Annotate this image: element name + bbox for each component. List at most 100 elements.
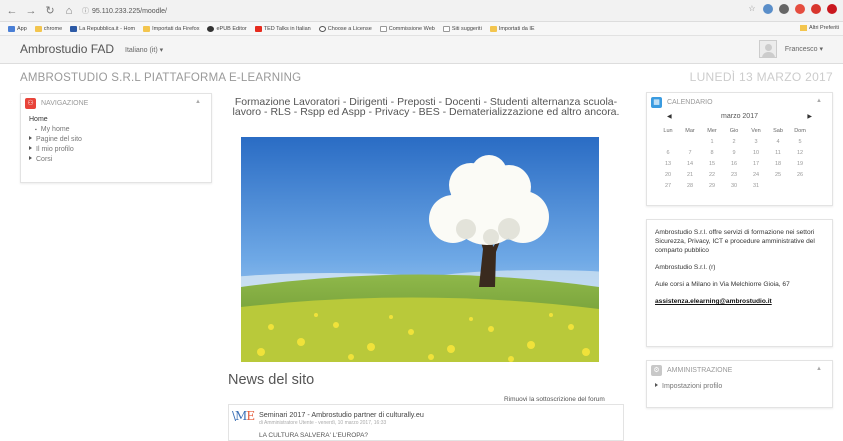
calendar-day[interactable]: 21 [679, 169, 701, 180]
extension-icon-2[interactable] [779, 4, 789, 14]
admin-item-profile-settings[interactable]: Impostazioni profilo [655, 383, 824, 390]
nav-item-my-profile[interactable]: Il mio profilo [29, 145, 203, 155]
calendar-day[interactable]: 17 [745, 158, 767, 169]
calendar-day[interactable]: 13 [657, 158, 679, 169]
calendar-week: 12345 [657, 136, 811, 147]
info-icon: ⓘ [82, 7, 89, 15]
avatar[interactable] [758, 40, 777, 58]
folder-icon [800, 25, 808, 31]
bookmark-item[interactable]: Commissione Web [379, 25, 435, 32]
calendar-week: 6 7 8 9 10 11 12 [657, 147, 811, 158]
forward-arrow-icon[interactable]: → [24, 4, 38, 18]
site-brand[interactable]: Ambrostudio FAD [20, 42, 114, 56]
calendar-day[interactable]: 7 [679, 147, 701, 158]
pinterest-icon[interactable] [827, 4, 837, 14]
calendar-week: 27 28 29 30 31 [657, 180, 811, 191]
bookmark-item[interactable]: Importati da IE [489, 25, 535, 32]
bookmark-item[interactable]: App [8, 25, 27, 32]
calendar-day[interactable]: 30 [723, 180, 745, 191]
block-title: NAVIGAZIONE [41, 99, 89, 107]
bookmark-item[interactable]: La Repubblica.it - Hom [70, 25, 135, 32]
support-email-link[interactable]: assistenza.elearning@ambrostudio.it [655, 297, 824, 306]
user-menu[interactable]: Francesco ▾ [758, 40, 823, 58]
address-bar[interactable]: ⓘ 95.110.233.225/moodle/ [82, 6, 167, 16]
calendar-day[interactable]: 27 [657, 180, 679, 191]
calendar-day [789, 180, 811, 191]
next-month-arrow-icon[interactable]: ▶ [807, 113, 812, 120]
calendar-day[interactable]: 10 [745, 147, 767, 158]
site-icon [70, 25, 78, 32]
frontpage-summary: Formazione Lavoratori - Dirigenti - Prep… [232, 96, 620, 118]
collapse-icon[interactable]: ▲ [195, 99, 201, 105]
back-arrow-icon[interactable]: ← [5, 4, 19, 18]
calendar-day [657, 136, 679, 147]
sitemap-icon: ⚇ [25, 97, 36, 109]
current-date: LUNEDÌ 13 MARZO 2017 [689, 70, 833, 84]
calendar-day[interactable]: 18 [767, 158, 789, 169]
post-title[interactable]: Seminari 2017 - Ambrostudio partner di c… [259, 410, 424, 419]
folder-icon [489, 25, 497, 32]
calendar-day[interactable]: 24 [745, 169, 767, 180]
calendar-day[interactable]: 29 [701, 180, 723, 191]
calendar-day[interactable]: 20 [657, 169, 679, 180]
calendar-day[interactable]: 16 [723, 158, 745, 169]
calendar-day [767, 180, 789, 191]
reload-icon[interactable]: ↻ [43, 4, 57, 18]
folder-icon [34, 25, 42, 32]
language-menu[interactable]: Italiano (it) ▾ [125, 46, 163, 54]
calendar-day[interactable]: 22 [701, 169, 723, 180]
calendar-day[interactable]: 19 [789, 158, 811, 169]
calendar-day[interactable]: 2 [723, 136, 745, 147]
calendar-day[interactable]: 9 [723, 147, 745, 158]
home-icon[interactable]: ⌂ [62, 4, 76, 18]
extension-icon-3[interactable] [795, 4, 805, 14]
calendar-month[interactable]: marzo 2017 [647, 113, 832, 120]
post-meta: di Amministratore Utente - venerdì, 10 m… [259, 420, 387, 426]
calendar-grid: Lun Mar Mer Gio Ven Sab Dom 1 2 3 4 5 6 7 8 9 10 1… [657, 125, 811, 191]
calendar-day[interactable]: 3 [745, 136, 767, 147]
calendar-day[interactable]: 15 [701, 158, 723, 169]
star-icon[interactable]: ☆ [747, 4, 757, 14]
calendar-day[interactable]: 11 [767, 147, 789, 158]
info-block: Ambrostudio S.r.l. offre servizi di form… [646, 219, 833, 347]
calendar-day[interactable]: 31 [745, 180, 767, 191]
nav-item-courses[interactable]: Corsi [29, 155, 203, 165]
unsubscribe-link[interactable]: Rimuovi la sottoscrizione del forum [504, 396, 605, 403]
collapse-icon[interactable]: ▲ [816, 366, 822, 372]
bookmark-item[interactable]: Siti suggeriti [442, 25, 482, 32]
calendar-day[interactable]: 14 [679, 158, 701, 169]
weekday-header: Mar [685, 127, 695, 134]
expand-arrow-icon [29, 136, 32, 140]
post-author-logo: \ME [232, 409, 255, 423]
nav-item-site-pages[interactable]: Pagine del sito [29, 135, 203, 145]
calendar-day[interactable]: 5 [789, 136, 811, 147]
calendar-day[interactable]: 23 [723, 169, 745, 180]
bookmark-item[interactable]: Importati da Firefox [143, 25, 199, 32]
calendar-day[interactable]: 8 [701, 147, 723, 158]
bookmark-item[interactable]: TED Talks in Italian [254, 25, 311, 32]
calendar-day[interactable]: 28 [679, 180, 701, 191]
bookmark-item[interactable]: chrome [34, 25, 62, 32]
calendar-day[interactable]: 26 [789, 169, 811, 180]
calendar-day[interactable]: 25 [767, 169, 789, 180]
calendar-week: 13 14 15 16 17 18 19 [657, 158, 811, 169]
bullet-icon: ▪ [35, 127, 37, 133]
user-name[interactable]: Francesco ▾ [785, 45, 823, 53]
bookmark-item[interactable]: Choose a License [318, 25, 372, 32]
weekday-header: Ven [751, 127, 761, 134]
nav-home[interactable]: Home [29, 116, 203, 123]
bookmark-item[interactable]: ePUB Editor [207, 25, 247, 32]
calendar-day[interactable]: 4 [767, 136, 789, 147]
nav-item-my-home[interactable]: ▪ My home [29, 125, 203, 135]
extension-icon[interactable] [763, 4, 773, 14]
calendar-day[interactable]: 1 [701, 136, 723, 147]
calendar-day[interactable]: 12 [789, 147, 811, 158]
extension-icon-4[interactable] [811, 4, 821, 14]
forum-post[interactable]: \ME Seminari 2017 - Ambrostudio partner … [228, 404, 624, 441]
bookmark-other[interactable]: Altri Preferiti [800, 25, 839, 31]
collapse-icon[interactable]: ▲ [816, 98, 822, 104]
url-host: 95.110.233.225 [92, 7, 141, 15]
page-icon [379, 25, 387, 32]
navigation-block: ⚇ NAVIGAZIONE ▲ Home ▪ My home Pagine del… [20, 93, 212, 183]
calendar-day[interactable]: 6 [657, 147, 679, 158]
